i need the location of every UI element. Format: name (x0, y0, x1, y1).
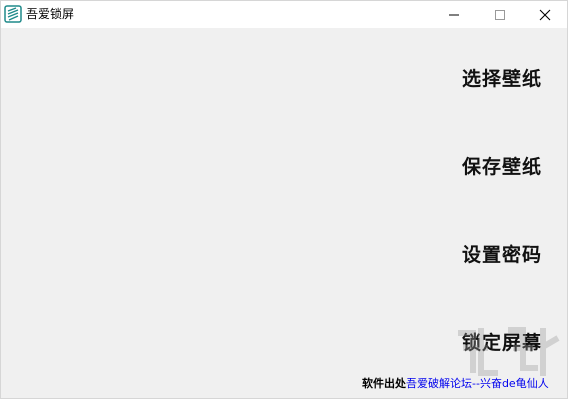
set-password-button[interactable]: 设置密码 (462, 243, 542, 267)
select-wallpaper-button[interactable]: 选择壁纸 (462, 67, 542, 91)
client-area: 选择壁纸 保存壁纸 设置密码 锁定屏幕 软件出处吾爱破解论坛--兴奋de龟仙人 (1, 28, 567, 398)
app-window: 吾爱锁屏 选择壁纸 保存壁纸 设置密码 锁定屏幕 软件出处吾爱破解论坛--兴奋d… (0, 0, 568, 399)
footer-link[interactable]: 吾爱破解论坛--兴奋de龟仙人 (406, 377, 549, 390)
footer-credit: 软件出处吾爱破解论坛--兴奋de龟仙人 (362, 376, 549, 392)
close-icon (539, 9, 551, 20)
minimize-button[interactable] (431, 1, 477, 28)
close-button[interactable] (522, 1, 567, 28)
save-wallpaper-button[interactable]: 保存壁纸 (462, 155, 542, 179)
window-title: 吾爱锁屏 (26, 7, 75, 21)
maximize-button[interactable] (477, 1, 523, 28)
footer-prefix: 软件出处 (362, 377, 406, 390)
minimize-icon (449, 14, 459, 15)
title-bar[interactable]: 吾爱锁屏 (1, 1, 567, 28)
maximize-icon (495, 9, 505, 20)
app-logo-icon (4, 5, 22, 23)
